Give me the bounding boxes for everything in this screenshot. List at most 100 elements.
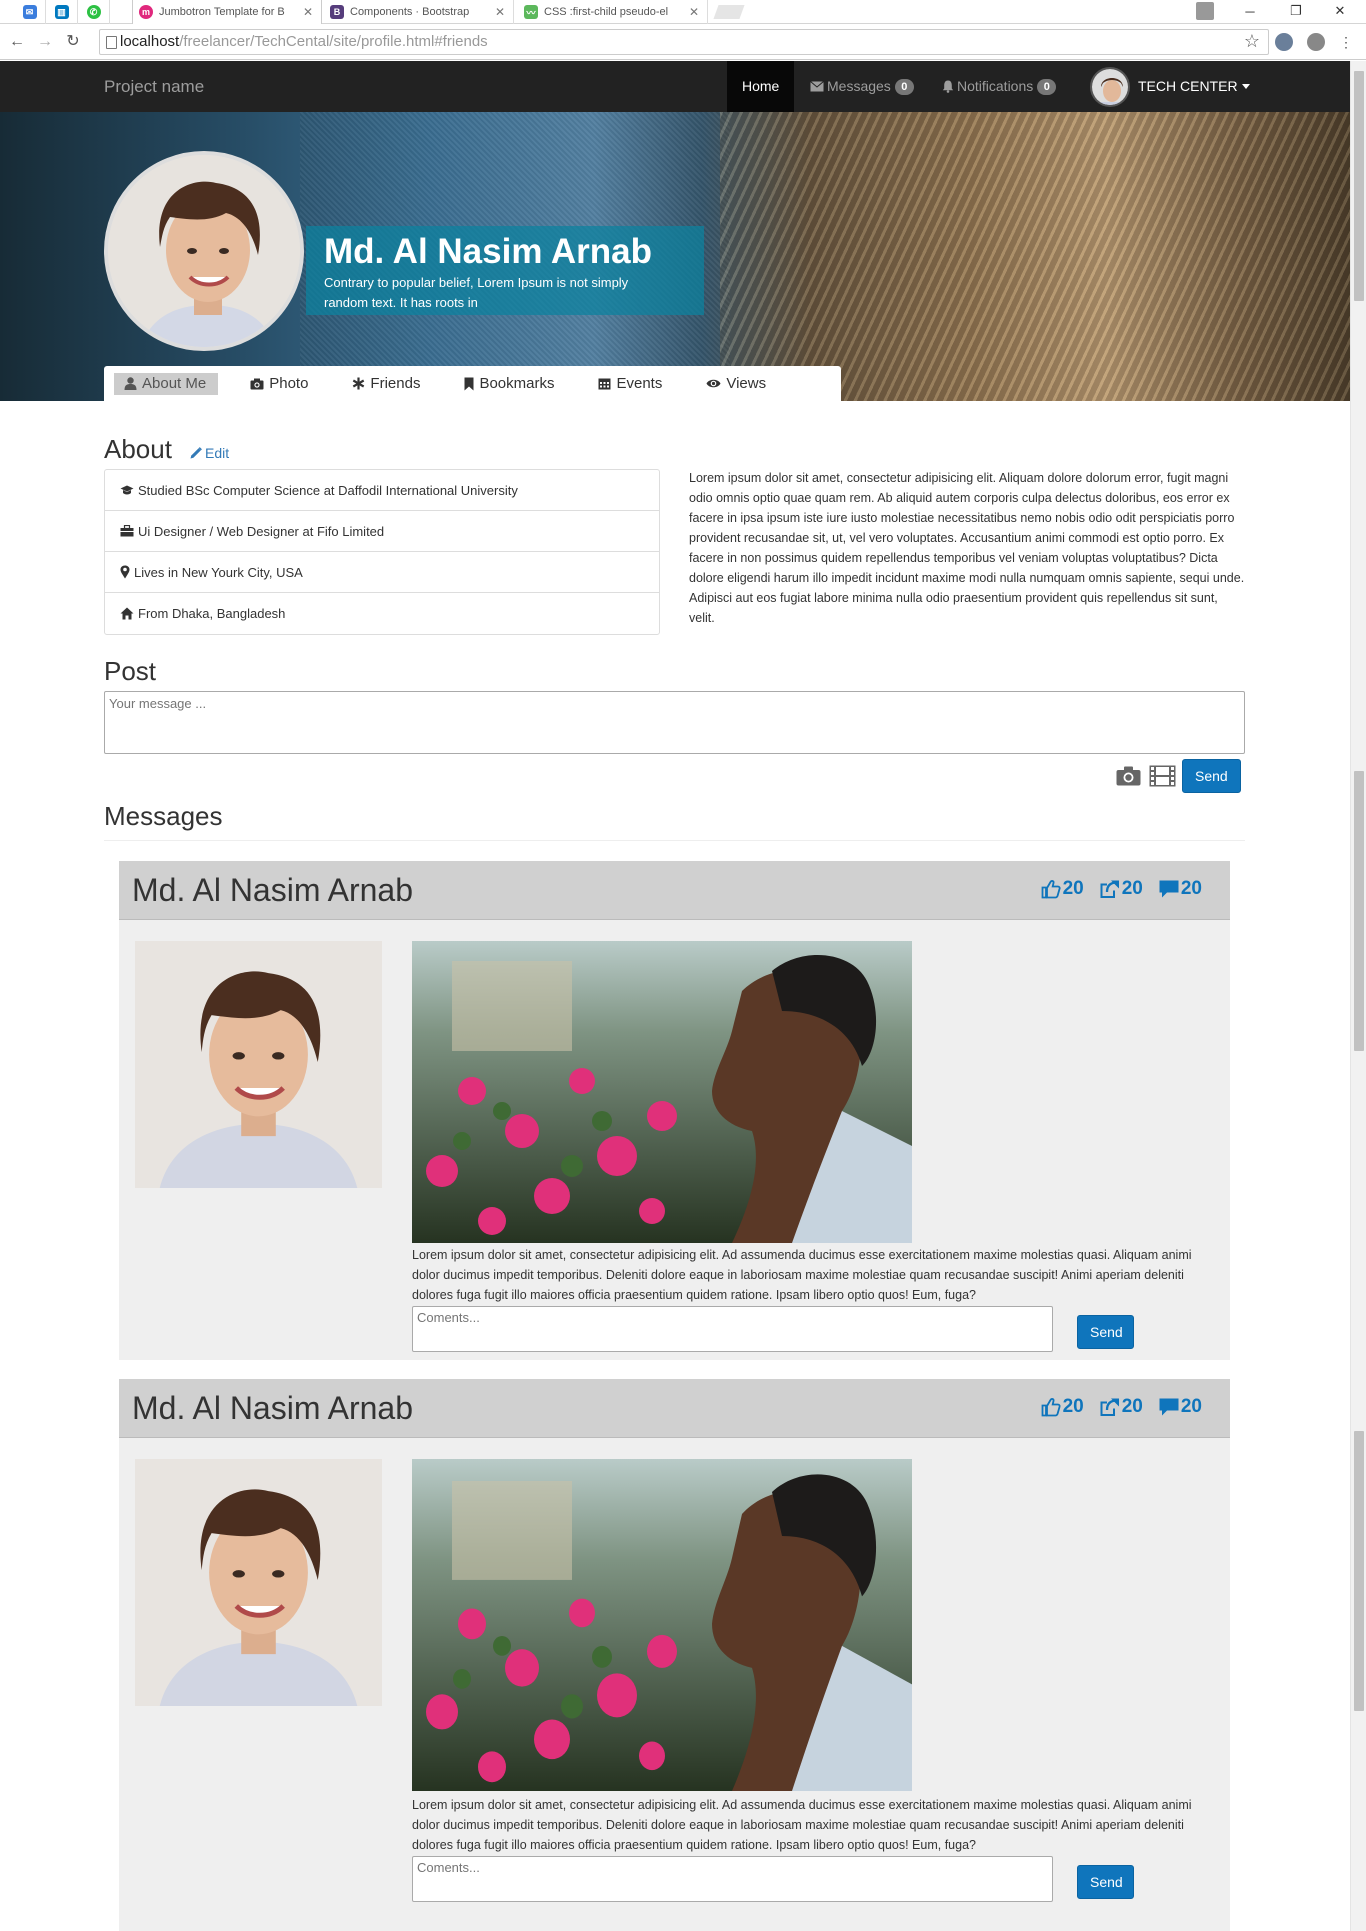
post-message-input[interactable] <box>104 691 1245 754</box>
share-count[interactable]: 20 <box>1100 1396 1143 1418</box>
page-icon <box>106 36 117 49</box>
nav-notifications[interactable]: Notifications 0 <box>942 61 1057 112</box>
scroll-thumb[interactable] <box>1354 1431 1364 1711</box>
tab-events[interactable]: Events <box>588 373 674 395</box>
brand-link[interactable]: Project name <box>104 61 204 112</box>
back-icon[interactable]: ← <box>8 33 26 51</box>
close-icon[interactable]: ✕ <box>493 5 507 19</box>
bootstrap-icon: B <box>330 5 344 19</box>
tab-title: Components · Bootstrap <box>350 6 470 18</box>
pinned-tab-trello[interactable]: ▥ <box>46 0 78 24</box>
message-author-avatar[interactable] <box>135 1459 382 1706</box>
list-item: From Dhaka, Bangladesh <box>105 593 659 634</box>
tab-title: Jumbotron Template for B <box>159 6 285 18</box>
post-actions: Send <box>1116 759 1241 793</box>
address-bar[interactable]: localhost/freelancer/TechCental/site/pro… <box>99 29 1269 55</box>
minimize-button[interactable]: ─ <box>1232 0 1268 22</box>
post-heading: Post <box>104 656 157 686</box>
comment-send-button[interactable]: Send <box>1077 1865 1134 1899</box>
tab-about-me[interactable]: About Me <box>114 372 219 395</box>
profile-icon[interactable] <box>1190 0 1220 22</box>
power-extension-icon[interactable] <box>1307 33 1325 51</box>
share-count[interactable]: 20 <box>1100 878 1143 900</box>
comment-count[interactable]: 20 <box>1159 1396 1202 1418</box>
like-count[interactable]: 20 <box>1041 878 1084 900</box>
close-icon[interactable]: ✕ <box>301 5 315 19</box>
messages-count-badge: 0 <box>894 78 914 95</box>
bookmark-star-icon[interactable]: ☆ <box>1243 32 1261 50</box>
trello-icon: ▥ <box>54 5 69 19</box>
tab-photo[interactable]: Photo <box>240 373 320 395</box>
extension-icon[interactable] <box>1275 33 1293 51</box>
map-marker-icon <box>120 565 130 579</box>
nav-home[interactable]: Home <box>727 61 795 112</box>
tab-friends[interactable]: Friends <box>342 373 432 395</box>
whatsapp-icon: ✆ <box>86 5 101 19</box>
tab-bookmarks[interactable]: Bookmarks <box>454 373 566 395</box>
message-author-avatar[interactable] <box>135 941 382 1188</box>
close-icon[interactable]: ✕ <box>687 5 701 19</box>
thumbs-up-icon <box>1041 1398 1061 1417</box>
caret-down-icon <box>1241 84 1250 89</box>
divider <box>104 840 1245 841</box>
nav-notifications-label: Notifications <box>957 78 1034 94</box>
nav-messages-label: Messages <box>827 78 891 94</box>
comment-input[interactable] <box>412 1306 1053 1352</box>
profile-tabs: About Me Photo Friends Bookmarks Events … <box>104 366 841 401</box>
profile-avatar[interactable] <box>104 151 304 351</box>
top-navbar: Project name Home Messages 0 Notificatio… <box>0 61 1350 112</box>
restore-button[interactable]: ❐ <box>1278 0 1314 22</box>
address-toolbar: ← → ↻ localhost/freelancer/TechCental/si… <box>0 24 1366 60</box>
browser-tab-css[interactable]: 〰 CSS :first-child pseudo-el ✕ <box>518 0 708 24</box>
message-header: Md. Al Nasim Arnab 20 20 20 <box>119 1379 1230 1438</box>
profile-header-overlay: Md. Al Nasim Arnab Contrary to popular b… <box>306 226 704 315</box>
message-text: Lorem ipsum dolor sit amet, consectetur … <box>412 1248 1192 1302</box>
message-photo[interactable] <box>412 941 912 1243</box>
thumbs-up-icon <box>1041 880 1061 899</box>
comment-count[interactable]: 20 <box>1159 878 1202 900</box>
close-window-button[interactable]: ✕ <box>1322 0 1358 22</box>
camera-icon[interactable] <box>1116 766 1141 786</box>
share-icon <box>1100 880 1119 898</box>
pinned-tab-whatsapp[interactable]: ✆ <box>78 0 110 24</box>
edit-link[interactable]: Edit <box>190 445 229 461</box>
bookmark-icon <box>464 377 474 390</box>
message-stats: 20 20 20 <box>1025 878 1202 900</box>
menu-icon[interactable]: ⋮ <box>1337 33 1355 51</box>
post-send-button[interactable]: Send <box>1182 759 1241 793</box>
briefcase-icon <box>120 525 134 537</box>
page-scrollbar[interactable] <box>1350 61 1366 1931</box>
scroll-thumb[interactable] <box>1354 771 1364 1051</box>
chart-icon: 〰 <box>524 5 538 19</box>
pinned-tab-mail[interactable]: ✉ <box>14 0 46 24</box>
list-item: Lives in New Yourk City, USA <box>105 552 659 593</box>
message-card: Md. Al Nasim Arnab 20 20 20 Lorem ipsum … <box>119 1379 1230 1931</box>
eye-icon <box>706 379 721 388</box>
reload-icon[interactable]: ↻ <box>64 33 82 51</box>
new-tab-button[interactable] <box>713 5 745 19</box>
scroll-thumb[interactable] <box>1354 71 1364 301</box>
nav-messages[interactable]: Messages 0 <box>810 61 914 112</box>
messages-heading: Messages <box>104 801 223 831</box>
film-icon[interactable] <box>1149 765 1176 787</box>
comment-send-button[interactable]: Send <box>1077 1315 1134 1349</box>
comment-input[interactable] <box>412 1856 1053 1902</box>
asterisk-icon <box>353 377 365 390</box>
tab-title: CSS :first-child pseudo-el <box>544 6 669 18</box>
message-author: Md. Al Nasim Arnab <box>132 872 413 908</box>
share-icon <box>1100 1398 1119 1416</box>
forward-icon[interactable]: → <box>36 33 54 51</box>
profile-tagline: Contrary to popular belief, Lorem Ipsum … <box>324 275 629 310</box>
like-count[interactable]: 20 <box>1041 1396 1084 1418</box>
page-viewport: Project name Home Messages 0 Notificatio… <box>0 61 1350 1931</box>
browser-tab-bootstrap[interactable]: B Components · Bootstrap ✕ <box>324 0 514 24</box>
tab-views[interactable]: Views <box>696 373 778 395</box>
about-heading: About <box>104 434 172 464</box>
site-icon: m <box>139 5 153 19</box>
comment-icon <box>1159 880 1179 898</box>
message-photo[interactable] <box>412 1459 912 1791</box>
avatar <box>1090 66 1130 107</box>
browser-tab-jumbotron[interactable]: m Jumbotron Template for B ✕ <box>132 0 322 24</box>
user-menu-dropdown[interactable]: TECH CENTER <box>1090 61 1250 112</box>
pencil-icon <box>190 447 202 459</box>
